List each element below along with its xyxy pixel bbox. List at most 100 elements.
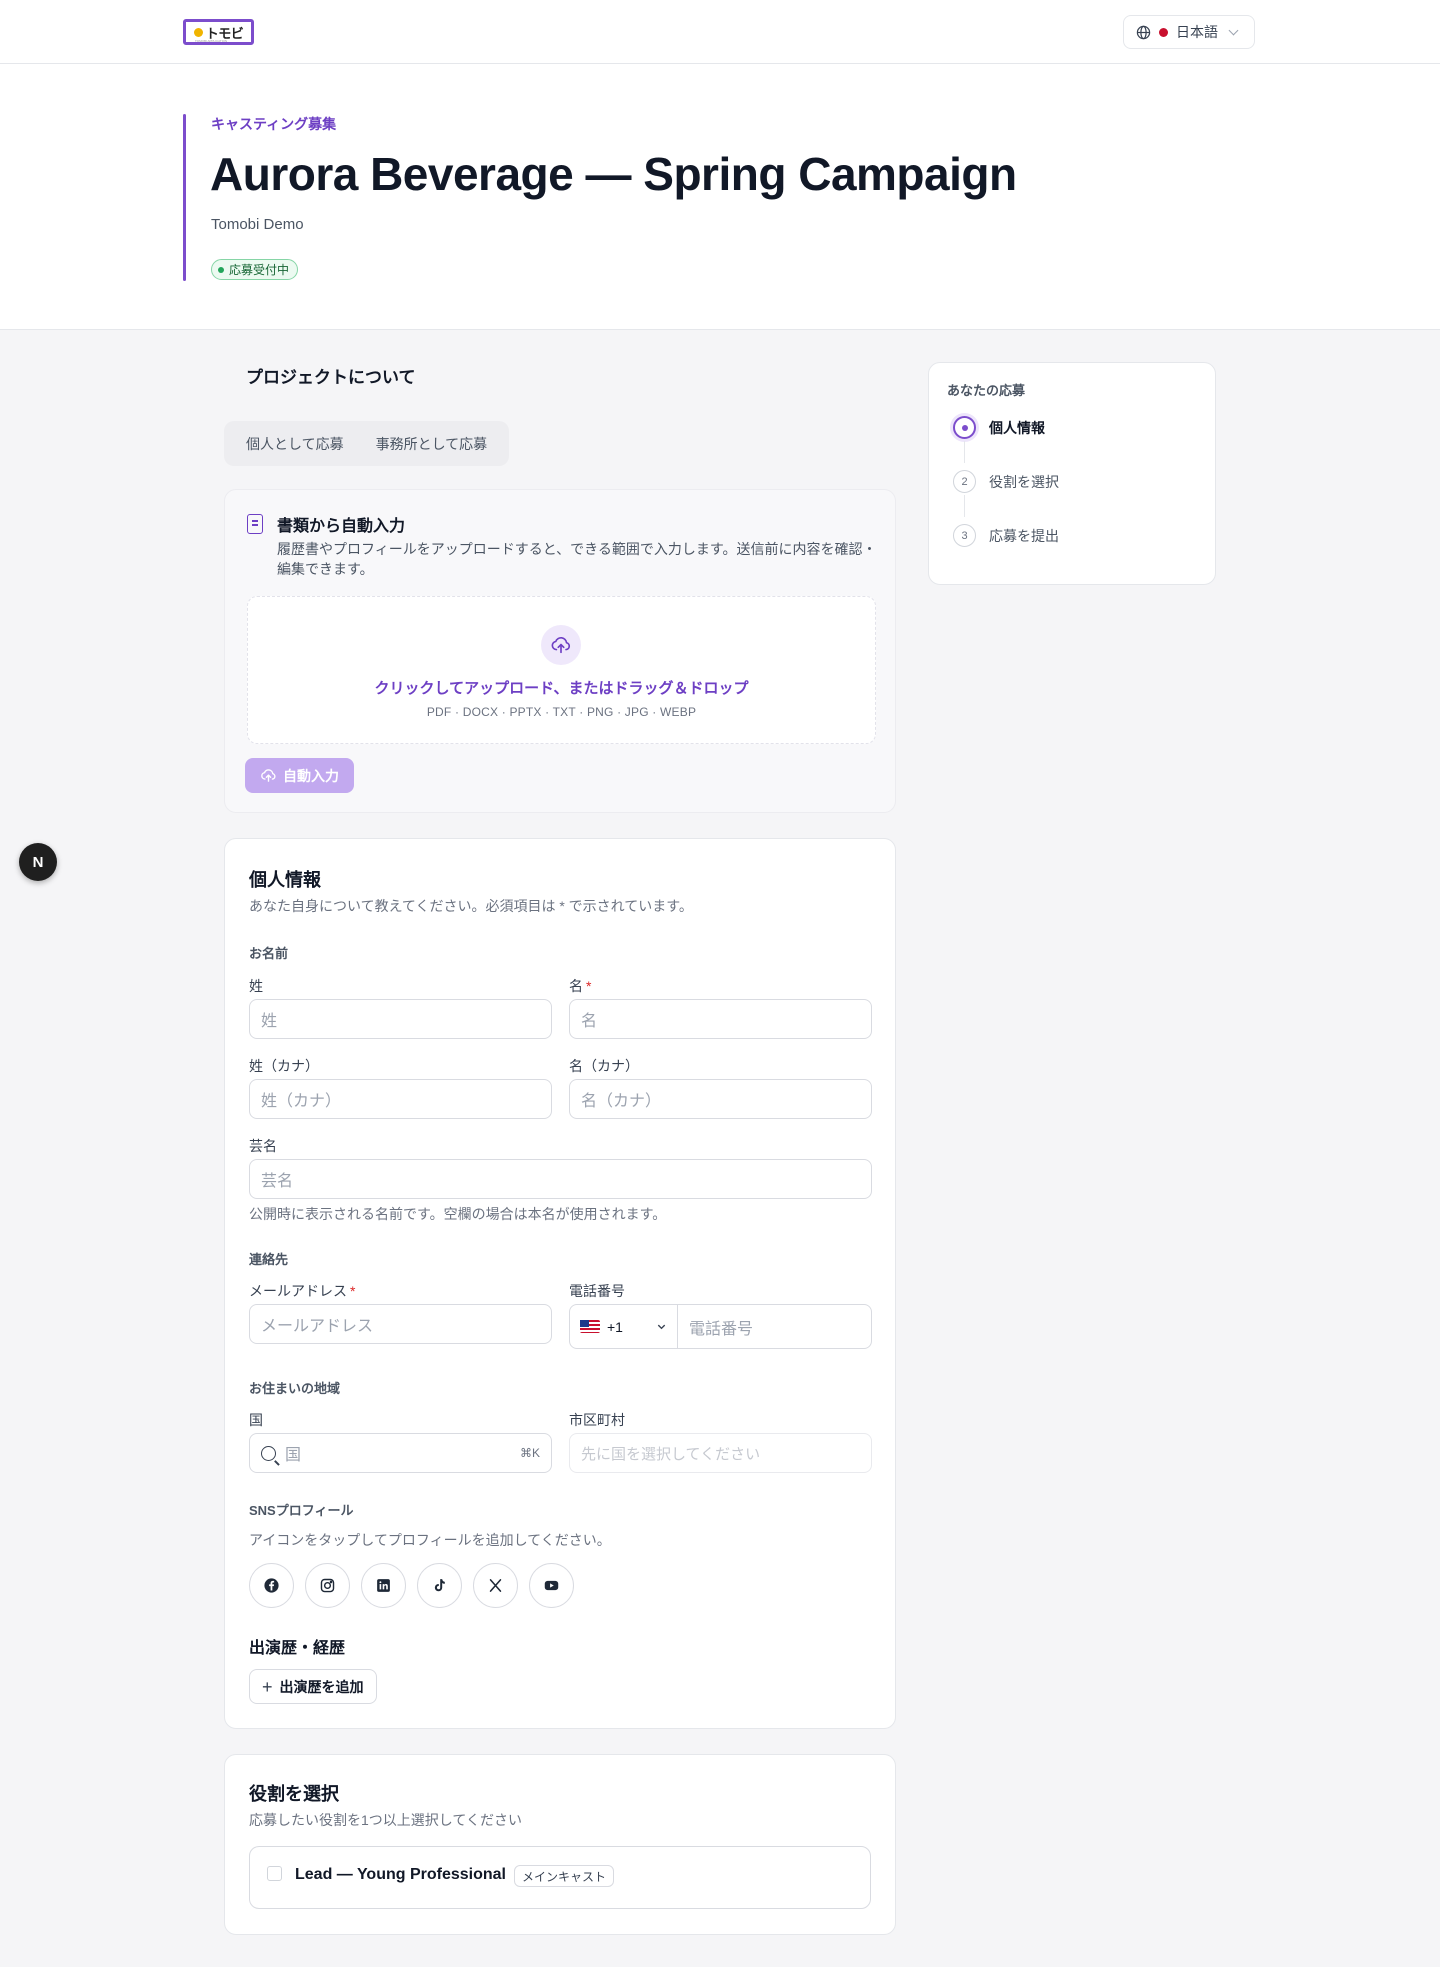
progress-title: あなたの応募 xyxy=(947,383,1026,398)
role-option[interactable]: Lead — Young Professional メインキャスト xyxy=(249,1846,871,1909)
email-label: メールアドレス * xyxy=(249,1283,356,1299)
top-bar: トモビ TOMOBI APPLICATION 日本語 xyxy=(0,0,1440,64)
x-icon xyxy=(489,1579,502,1592)
application-type-tabs: 個人として応募 事務所として応募 xyxy=(224,421,509,466)
personal-info-description: あなた自身について教えてください。必須項目は * で示されています。 xyxy=(249,898,693,914)
us-flag-icon xyxy=(580,1320,600,1333)
facebook-button[interactable] xyxy=(249,1563,294,1608)
organization-name: Tomobi Demo xyxy=(211,216,304,233)
step-number: 3 xyxy=(953,524,976,547)
autofill-button-label: 自動入力 xyxy=(283,767,339,784)
contact-group-label: 連絡先 xyxy=(249,1252,289,1267)
facebook-icon xyxy=(264,1578,279,1593)
role-checkbox[interactable] xyxy=(267,1866,282,1881)
stage-name-help: 公開時に表示される名前です。空欄の場合は本名が使用されます。 xyxy=(249,1206,667,1222)
step-number: 2 xyxy=(953,470,976,493)
roles-description: 応募したい役割を1つ以上選択してください xyxy=(249,1812,522,1828)
add-career-label: 出演歴を追加 xyxy=(279,1678,364,1695)
country-search-input[interactable]: 国 ⌘K xyxy=(249,1433,552,1473)
status-badge: 応募受付中 xyxy=(211,259,299,280)
last-name-kana-input[interactable]: 姓（カナ） xyxy=(249,1079,552,1119)
plus-icon: + xyxy=(262,1676,273,1697)
dev-tools-badge[interactable]: N xyxy=(19,843,57,881)
phone-field: +1 電話番号 xyxy=(569,1304,872,1349)
autofill-panel: 書類から自動入力 履歴書やプロフィールをアップロードすると、できる範囲で入力しま… xyxy=(224,489,896,813)
status-dot-icon xyxy=(218,266,224,273)
hero: キャスティング募集 Aurora Beverage — Spring Campa… xyxy=(0,64,1440,330)
upload-cloud-icon xyxy=(261,769,276,782)
social-help: アイコンをタップしてプロフィールを追加してください。 xyxy=(249,1532,611,1548)
stage-name-label: 芸名 xyxy=(249,1138,277,1154)
japan-flag-icon xyxy=(1159,27,1168,37)
logo-dot xyxy=(193,27,203,37)
last-name-label: 姓 xyxy=(249,978,263,994)
phone-input[interactable]: 電話番号 xyxy=(678,1305,871,1348)
application-progress-card: あなたの応募 個人情報 2 役割を選択 3 応募を提出 xyxy=(928,362,1216,585)
required-asterisk: * xyxy=(350,1283,356,1299)
search-icon xyxy=(261,1445,276,1461)
social-group-label: SNSプロフィール xyxy=(249,1503,354,1518)
last-name-input[interactable]: 姓 xyxy=(249,999,552,1039)
page-title: Aurora Beverage — Spring Campaign xyxy=(210,148,1017,200)
linkedin-icon xyxy=(377,1579,390,1592)
last-name-kana-label: 姓（カナ） xyxy=(249,1058,319,1074)
step-connector xyxy=(964,495,965,517)
upload-dropzone[interactable]: クリックしてアップロード、またはドラッグ＆ドロップ PDF · DOCX · P… xyxy=(247,596,876,744)
step-personal-info[interactable]: 個人情報 xyxy=(953,416,1045,439)
roles-card: 役割を選択 応募したい役割を1つ以上選択してください Lead — Young … xyxy=(224,1754,896,1935)
chevron-down-icon xyxy=(1228,25,1239,35)
logo[interactable]: トモビ TOMOBI APPLICATION xyxy=(183,19,254,45)
region-group-label: お住まいの地域 xyxy=(249,1381,341,1396)
autofill-title: 書類から自動入力 xyxy=(277,518,406,535)
instagram-button[interactable] xyxy=(305,1563,350,1608)
step-label: 応募を提出 xyxy=(989,527,1059,544)
instagram-icon xyxy=(320,1578,335,1593)
country-code-value: +1 xyxy=(607,1318,623,1335)
language-label: 日本語 xyxy=(1176,24,1218,40)
role-badge: メインキャスト xyxy=(514,1865,615,1887)
first-name-input[interactable]: 名 xyxy=(569,999,872,1039)
status-label: 応募受付中 xyxy=(229,263,290,277)
city-input[interactable]: 先に国を選択してください xyxy=(569,1433,872,1473)
add-career-button[interactable]: + 出演歴を追加 xyxy=(249,1669,377,1704)
first-name-label: 名 * xyxy=(569,978,592,994)
document-search-icon xyxy=(247,514,263,534)
globe-icon xyxy=(1136,25,1151,39)
hero-eyebrow: キャスティング募集 xyxy=(211,116,337,132)
autofill-button[interactable]: 自動入力 xyxy=(245,758,354,793)
x-button[interactable] xyxy=(473,1563,518,1608)
tiktok-icon xyxy=(434,1579,445,1592)
city-label: 市区町村 xyxy=(569,1412,625,1428)
autofill-description: 履歴書やプロフィールをアップロードすると、できる範囲で入力します。送信前に内容を… xyxy=(277,541,877,577)
youtube-icon xyxy=(544,1580,559,1591)
language-selector[interactable]: 日本語 xyxy=(1123,15,1255,49)
career-title: 出演歴・経歴 xyxy=(249,1640,346,1657)
step-indicator-active xyxy=(953,416,976,439)
step-submit[interactable]: 3 応募を提出 xyxy=(953,524,1059,547)
youtube-button[interactable] xyxy=(529,1563,574,1608)
roles-title: 役割を選択 xyxy=(249,1784,339,1804)
step-select-role[interactable]: 2 役割を選択 xyxy=(953,470,1059,493)
tiktok-button[interactable] xyxy=(417,1563,462,1608)
stage-name-input[interactable]: 芸名 xyxy=(249,1159,872,1199)
about-heading: プロジェクトについて xyxy=(246,368,416,387)
country-code-select[interactable]: +1 xyxy=(570,1305,678,1348)
linkedin-button[interactable] xyxy=(361,1563,406,1608)
personal-info-card: 個人情報 あなた自身について教えてください。必須項目は * で示されています。 … xyxy=(224,838,896,1729)
step-connector xyxy=(964,441,965,463)
tab-individual[interactable]: 個人として応募 xyxy=(230,427,360,460)
phone-label: 電話番号 xyxy=(569,1283,625,1299)
upload-cloud-icon xyxy=(541,625,581,665)
keyboard-shortcut: ⌘K xyxy=(519,1446,540,1460)
hero-accent-bar xyxy=(183,114,186,281)
email-input[interactable]: メールアドレス xyxy=(249,1304,552,1344)
first-name-kana-input[interactable]: 名（カナ） xyxy=(569,1079,872,1119)
role-name: Lead — Young Professional xyxy=(295,1866,506,1883)
tab-agency[interactable]: 事務所として応募 xyxy=(360,427,504,460)
logo-subtext: TOMOBI APPLICATION xyxy=(195,39,228,43)
dropzone-file-types: PDF · DOCX · PPTX · TXT · PNG · JPG · WE… xyxy=(426,705,697,719)
dropzone-text: クリックしてアップロード、またはドラッグ＆ドロップ xyxy=(374,680,749,697)
first-name-kana-label: 名（カナ） xyxy=(569,1058,639,1074)
personal-info-title: 個人情報 xyxy=(249,870,321,890)
required-asterisk: * xyxy=(586,978,592,994)
